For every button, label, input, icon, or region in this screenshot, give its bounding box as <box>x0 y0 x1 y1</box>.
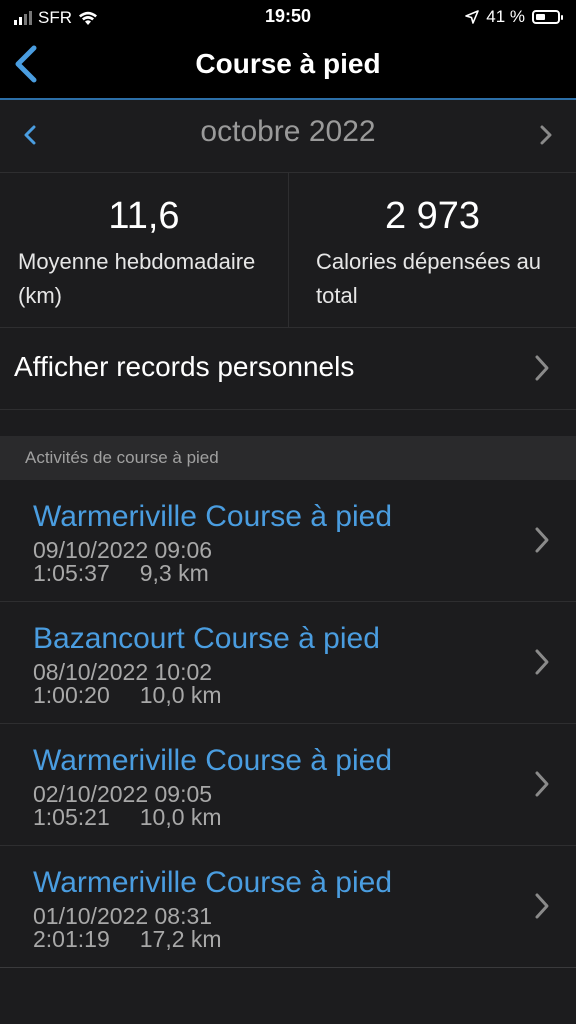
activity-duration: 1:05:37 <box>33 560 110 586</box>
activity-distance: 10,0 km <box>139 682 222 708</box>
activity-title: Warmeriville Course à pied <box>33 866 393 899</box>
activity-row[interactable]: Warmeriville Course à pied 01/10/2022 08… <box>0 846 576 968</box>
activity-row[interactable]: Warmeriville Course à pied 02/10/2022 09… <box>0 724 576 846</box>
battery-icon <box>532 10 563 24</box>
activity-meta: 1:00:20 10,0 km <box>33 682 222 709</box>
total-calories-label: Calories dépensées au total <box>316 249 542 308</box>
activity-title: Bazancourt Course à pied <box>33 622 380 655</box>
chevron-right-icon <box>535 527 549 553</box>
activity-title: Warmeriville Course à pied <box>33 500 393 533</box>
activity-duration: 1:00:20 <box>33 682 110 708</box>
battery-percent: 41 % <box>486 7 525 26</box>
total-calories-stat: 2 973 Calories dépensées au total <box>289 173 576 327</box>
activity-row[interactable]: Warmeriville Course à pied 09/10/2022 09… <box>0 480 576 602</box>
location-arrow-icon <box>465 10 480 24</box>
month-label: octobre 2022 <box>200 115 376 148</box>
stats-panel: 11,6 Moyenne hebdomadaire (km) 2 973 Cal… <box>0 172 576 328</box>
weekly-average-label: Moyenne hebdomadaire (km) <box>18 249 256 308</box>
activity-title: Warmeriville Course à pied <box>33 744 393 777</box>
activity-row[interactable]: Bazancourt Course à pied 08/10/2022 10:0… <box>0 602 576 724</box>
navigation-bar: Course à pied <box>0 34 576 100</box>
activity-duration: 2:01:19 <box>33 926 110 952</box>
status-bar: SFR 19:50 41 % <box>0 0 576 34</box>
weekly-average-stat: 11,6 Moyenne hebdomadaire (km) <box>0 173 288 327</box>
weekly-average-value: 11,6 <box>108 195 180 237</box>
personal-records-label: Afficher records personnels <box>14 351 355 382</box>
chevron-right-icon <box>535 893 549 919</box>
activity-meta: 2:01:19 17,2 km <box>33 926 222 953</box>
activity-distance: 17,2 km <box>139 926 222 952</box>
activity-meta: 1:05:37 9,3 km <box>33 560 209 587</box>
chevron-right-icon <box>535 771 549 797</box>
page-title: Course à pied <box>195 48 381 79</box>
personal-records-row[interactable]: Afficher records personnels <box>0 327 576 410</box>
section-header: Activités de course à pied <box>0 436 576 480</box>
activity-meta: 1:05:21 10,0 km <box>33 804 222 831</box>
next-month-icon[interactable] <box>532 122 558 148</box>
activity-distance: 10,0 km <box>139 804 222 830</box>
chevron-right-icon <box>535 649 549 675</box>
activity-distance: 9,3 km <box>139 560 209 586</box>
month-selector: octobre 2022 <box>0 100 576 170</box>
activity-duration: 1:05:21 <box>33 804 110 830</box>
status-right: 41 % <box>465 7 563 27</box>
section-title: Activités de course à pied <box>25 448 219 467</box>
total-calories-value: 2 973 <box>384 195 481 237</box>
chevron-right-icon <box>535 355 549 381</box>
